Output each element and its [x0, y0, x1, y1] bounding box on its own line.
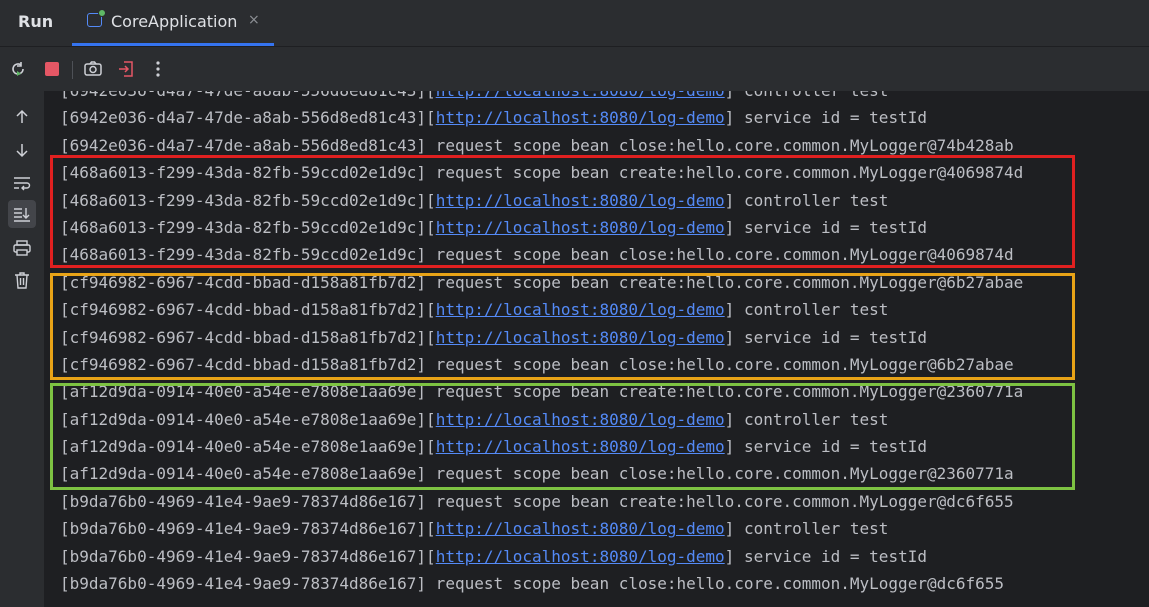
- exit-icon[interactable]: [116, 59, 136, 79]
- console-sidebar: [0, 91, 44, 607]
- log-message: request scope bean close:hello.core.comm…: [426, 135, 1014, 155]
- request-url-link[interactable]: http://localhost:8080/log-demo: [436, 547, 725, 566]
- console-output[interactable]: [6942e036-d4a7-47de-a8ab-556d8ed81c43][h…: [44, 91, 1149, 607]
- log-line: [b9da76b0-4969-41e4-9ae9-78374d86e167][h…: [60, 519, 889, 539]
- arrow-down-icon[interactable]: [8, 136, 36, 164]
- trash-icon[interactable]: [8, 266, 36, 294]
- request-uuid: [b9da76b0-4969-41e4-9ae9-78374d86e167]: [60, 519, 427, 539]
- log-message: service id = testId: [734, 108, 927, 128]
- rerun-icon[interactable]: [8, 59, 28, 79]
- camera-icon[interactable]: [83, 59, 103, 79]
- log-message: service id = testId: [734, 546, 927, 566]
- tab-core-application[interactable]: CoreApplication ×: [72, 0, 274, 46]
- request-uuid: [6942e036-d4a7-47de-a8ab-556d8ed81c43]: [60, 135, 427, 155]
- request-url-link[interactable]: http://localhost:8080/log-demo: [436, 519, 725, 538]
- close-icon[interactable]: ×: [248, 12, 260, 28]
- tool-window-tabbar: Run CoreApplication ×: [0, 0, 1149, 47]
- stop-icon[interactable]: [42, 59, 62, 79]
- scroll-to-end-icon[interactable]: [8, 200, 36, 228]
- log-line: [6942e036-d4a7-47de-a8ab-556d8ed81c43][h…: [60, 108, 927, 128]
- log-message: request scope bean create:hello.core.com…: [426, 491, 1014, 511]
- request-uuid: [b9da76b0-4969-41e4-9ae9-78374d86e167]: [60, 574, 427, 594]
- highlight-box-orange: [50, 273, 1075, 380]
- request-uuid: [6942e036-d4a7-47de-a8ab-556d8ed81c43]: [60, 91, 426, 100]
- request-uuid: [b9da76b0-4969-41e4-9ae9-78374d86e167]: [60, 491, 427, 511]
- arrow-up-icon[interactable]: [8, 103, 36, 131]
- log-message: controller test: [734, 519, 889, 539]
- run-tool-window-title[interactable]: Run: [18, 12, 53, 31]
- request-uuid: [b9da76b0-4969-41e4-9ae9-78374d86e167]: [60, 546, 427, 566]
- log-message: request scope bean close:hello.core.comm…: [426, 574, 1005, 594]
- run-toolbar: [0, 47, 1149, 91]
- log-line: [b9da76b0-4969-41e4-9ae9-78374d86e167] r…: [60, 570, 1023, 597]
- highlight-box-green: [50, 383, 1075, 490]
- soft-wrap-icon[interactable]: [8, 169, 36, 197]
- print-icon[interactable]: [8, 234, 36, 262]
- log-line: [6942e036-d4a7-47de-a8ab-556d8ed81c43][h…: [60, 91, 1023, 104]
- more-icon[interactable]: [148, 59, 168, 79]
- request-url-link[interactable]: http://localhost:8080/log-demo: [436, 108, 725, 127]
- application-icon: [87, 9, 106, 27]
- tab-title[interactable]: CoreApplication: [111, 12, 237, 31]
- toolbar-separator: [72, 61, 73, 79]
- log-line: [b9da76b0-4969-41e4-9ae9-78374d86e167][h…: [60, 546, 927, 566]
- log-line: [b9da76b0-4969-41e4-9ae9-78374d86e167] r…: [60, 488, 1023, 515]
- highlight-box-red: [50, 155, 1075, 268]
- request-url-link[interactable]: http://localhost:8080/log-demo: [436, 91, 725, 100]
- log-message: controller test: [734, 91, 889, 100]
- request-uuid: [6942e036-d4a7-47de-a8ab-556d8ed81c43]: [60, 108, 427, 128]
